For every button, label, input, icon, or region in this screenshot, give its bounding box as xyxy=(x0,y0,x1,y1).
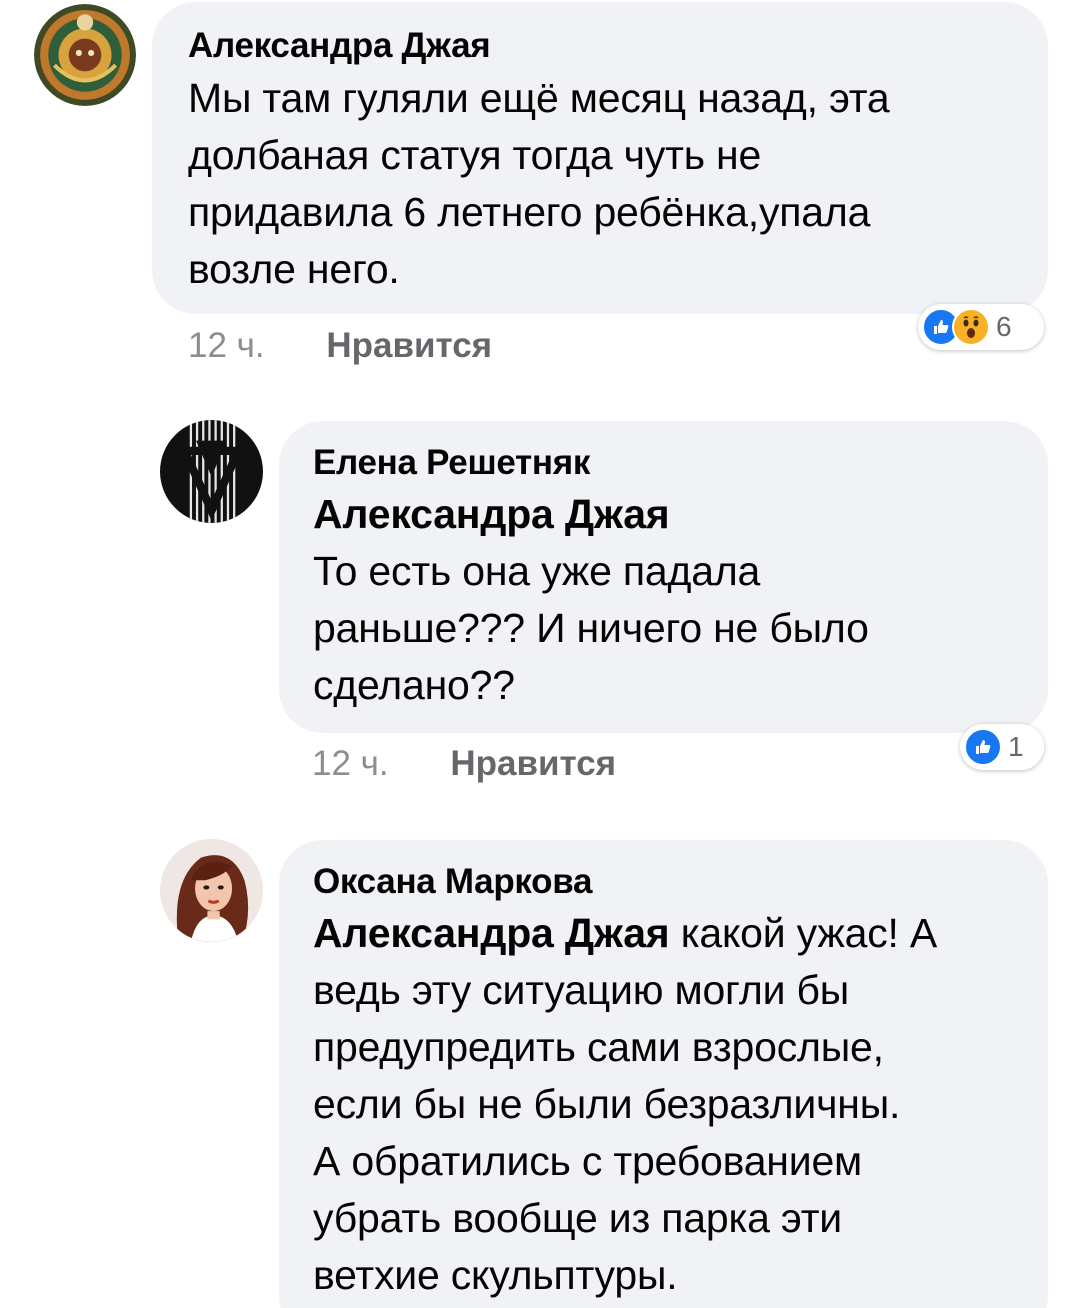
reaction-count: 6 xyxy=(996,311,1012,342)
reaction-count: 1 xyxy=(1008,731,1024,762)
comment-author[interactable]: Оксана Маркова xyxy=(313,862,1048,902)
comment-line: сделано?? xyxy=(313,662,515,708)
avatar-oksana[interactable] xyxy=(160,839,263,942)
comment-meta: 12 ч. Нравится xyxy=(188,326,492,366)
comment-line: предупредить сами взрослые, xyxy=(313,1024,884,1070)
comment-bubble-3: Оксана Маркова Александра Джая какой ужа… xyxy=(279,840,1048,1308)
comment-author[interactable]: Елена Решетняк xyxy=(313,443,1048,483)
comment-text: Мы там гуляли ещё месяц назад, эта долба… xyxy=(188,70,1048,298)
avatar-aleksandra[interactable] xyxy=(34,4,136,106)
comment-line: раньше??? И ничего не было xyxy=(313,605,869,651)
reactions-summary[interactable]: 1 xyxy=(960,724,1044,770)
mention-link[interactable]: Александра Джая xyxy=(313,910,670,956)
comment-text: Александра Джая То есть она уже падала р… xyxy=(313,486,1048,714)
comment-line: придавила 6 летнего ребёнка,упала xyxy=(188,189,871,235)
comment-time[interactable]: 12 ч. xyxy=(312,744,389,784)
comment-author[interactable]: Александра Джая xyxy=(188,26,1048,66)
reactions-summary[interactable]: 6 xyxy=(918,304,1044,350)
comment-line: если бы не были безразличны. xyxy=(313,1081,901,1127)
comment-line: ветхие скульптуры. xyxy=(313,1252,678,1298)
comment-line: возле него. xyxy=(188,246,400,292)
comment-line: долбаная статуя тогда чуть не xyxy=(188,132,762,178)
like-icon xyxy=(964,728,1002,766)
comment-time[interactable]: 12 ч. xyxy=(188,326,265,366)
comment-line: А обратились с требованием xyxy=(313,1138,863,1184)
comment-line: То есть она уже падала xyxy=(313,548,761,594)
comment-bubble-2: Елена Решетняк Александра Джая То есть о… xyxy=(279,421,1048,733)
mention-link[interactable]: Александра Джая xyxy=(313,486,1048,543)
comment-line: Александра Джая какой ужас! А xyxy=(313,905,1048,962)
like-button[interactable]: Нравится xyxy=(450,744,616,784)
comment-line: Мы там гуляли ещё месяц назад, эта xyxy=(188,75,890,121)
comment-bubble-1: Александра Джая Мы там гуляли ещё месяц … xyxy=(152,2,1048,314)
like-button[interactable]: Нравится xyxy=(326,326,492,366)
avatar-elena[interactable] xyxy=(160,420,263,523)
wow-icon xyxy=(952,308,990,346)
comment-line-rest: какой ужас! А xyxy=(669,910,938,956)
comments-thread: Александра Джая Мы там гуляли ещё месяц … xyxy=(0,0,1076,1308)
comment-text: Александра Джая какой ужас! А ведь эту с… xyxy=(313,905,1048,1304)
comment-line: ведь эту ситуацию могли бы xyxy=(313,967,850,1013)
comment-meta: 12 ч. Нравится xyxy=(312,744,616,784)
comment-line: убрать вообще из парка эти xyxy=(313,1195,842,1241)
